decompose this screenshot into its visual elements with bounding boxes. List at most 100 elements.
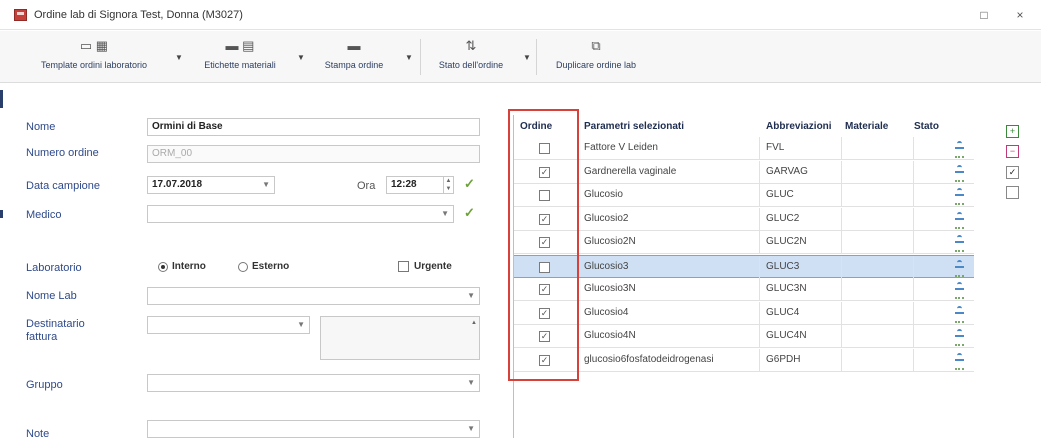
urgente-checkbox[interactable] xyxy=(398,261,409,272)
interno-label: Interno xyxy=(172,261,206,272)
etichette-label: Etichette materiali xyxy=(204,60,276,70)
esterno-label: Esterno xyxy=(252,261,290,272)
etichette-materiali-button[interactable]: ▬ ▤ Etichette materiali xyxy=(196,35,284,79)
barcode-label-icon: ▬ ▤ xyxy=(225,38,255,53)
col-abbreviazione-header[interactable]: Abbreviazioni xyxy=(766,115,832,137)
table-row[interactable]: ✓ Glucosio4N GLUC4N xyxy=(514,325,974,348)
abbreviation-cell: GLUC2N xyxy=(762,231,842,253)
status-icon xyxy=(954,164,966,182)
ora-value: 12:28 xyxy=(391,179,417,190)
parameter-cell: Fattore V Leiden xyxy=(580,137,760,159)
template-ordini-button[interactable]: ▭ ▦ Template ordini laboratorio xyxy=(24,35,164,79)
table-row[interactable]: ✓ Gardnerella vaginale GARVAG xyxy=(514,160,974,184)
gruppo-label: Gruppo xyxy=(26,379,63,391)
material-cell xyxy=(842,301,914,324)
title-bar: Ordine lab di Signora Test, Donna (M3027… xyxy=(0,0,1041,30)
status-icon xyxy=(954,259,966,277)
nome-lab-label: Nome Lab xyxy=(26,290,77,302)
abbreviation-cell: FVL xyxy=(762,137,842,159)
col-stato-header[interactable]: Stato xyxy=(914,115,939,137)
table-row[interactable]: Fattore V Leiden FVL xyxy=(514,137,974,160)
gruppo-dropdown[interactable]: ▼ xyxy=(147,374,480,392)
chevron-down-icon[interactable]: ▼ xyxy=(467,291,475,300)
template-ordini-label: Template ordini laboratorio xyxy=(40,60,148,70)
remove-param-icon[interactable]: − xyxy=(1006,145,1019,158)
abbreviation-cell: GLUC3 xyxy=(762,255,842,278)
parameter-cell: glucosio6fosfatodeidrogenasi xyxy=(580,348,760,371)
table-row[interactable]: ✓ Glucosio3N GLUC3N xyxy=(514,278,974,301)
maximize-button[interactable]: □ xyxy=(970,5,998,25)
table-row[interactable]: ✓ Glucosio4 GLUC4 xyxy=(514,301,974,325)
parameter-cell: Glucosio2 xyxy=(580,207,760,230)
stampa-dropdown-arrow[interactable]: ▼ xyxy=(404,53,414,63)
material-cell xyxy=(842,255,914,278)
material-cell xyxy=(842,348,914,371)
parameter-cell: Glucosio2N xyxy=(580,231,760,253)
chevron-down-icon[interactable]: ▼ xyxy=(297,320,305,329)
left-edge-marker xyxy=(0,90,3,108)
status-icon xyxy=(954,282,966,299)
check-all-icon[interactable]: ✓ xyxy=(1006,166,1019,179)
status-icon xyxy=(954,235,966,252)
material-cell xyxy=(842,160,914,183)
nome-lab-dropdown[interactable]: ▼ xyxy=(147,287,480,305)
radio-interno[interactable] xyxy=(158,262,168,272)
stato-ordine-button[interactable]: ⇅ Stato dell'ordine xyxy=(424,35,518,79)
chevron-down-icon[interactable]: ▼ xyxy=(467,424,475,433)
ora-field[interactable]: 12:28 ▲ ▼ xyxy=(386,176,454,194)
toolbar-separator xyxy=(536,39,537,75)
col-parametri-header[interactable]: Parametri selezionati xyxy=(584,115,684,137)
material-cell xyxy=(842,137,914,159)
add-param-icon[interactable]: + xyxy=(1006,125,1019,138)
nome-field[interactable]: Ormini di Base xyxy=(147,118,480,136)
stato-dropdown-arrow[interactable]: ▼ xyxy=(522,53,532,63)
parameter-cell: Glucosio3N xyxy=(580,278,760,300)
table-row[interactable]: ✓ glucosio6fosfatodeidrogenasi G6PDH xyxy=(514,348,974,372)
abbreviation-cell: GLUC4 xyxy=(762,301,842,324)
data-campione-field[interactable]: 17.07.2018 ▼ xyxy=(147,176,275,194)
parameter-cell: Glucosio3 xyxy=(580,255,760,278)
scrollbar[interactable]: ▲ xyxy=(469,319,479,359)
nome-label: Nome xyxy=(26,121,56,133)
confirm-medico-icon[interactable]: ✓ xyxy=(464,205,475,221)
table-row[interactable]: Glucosio GLUC xyxy=(514,184,974,207)
col-materiale-header[interactable]: Materiale xyxy=(845,115,888,137)
abbreviation-cell: GLUC2 xyxy=(762,207,842,230)
parameters-grid: Ordine Parametri selezionati Abbreviazio… xyxy=(513,115,974,438)
status-icon xyxy=(954,352,966,370)
template-dropdown-arrow[interactable]: ▼ xyxy=(174,53,184,63)
stampa-ordine-button[interactable]: ▬ Stampa ordine xyxy=(312,35,396,79)
abbreviation-cell: GLUC4N xyxy=(762,325,842,347)
abbreviation-cell: GLUC3N xyxy=(762,278,842,300)
destinatario-label-line1: Destinatario xyxy=(26,318,85,330)
parameter-cell: Glucosio4 xyxy=(580,301,760,324)
parameter-cell: Glucosio xyxy=(580,184,760,206)
confirm-date-icon[interactable]: ✓ xyxy=(464,176,475,192)
uncheck-all-icon[interactable] xyxy=(1006,186,1019,199)
left-edge-marker xyxy=(0,210,3,218)
duplicate-icon: ⧉ xyxy=(591,38,601,53)
radio-esterno[interactable] xyxy=(238,262,248,272)
table-row[interactable]: Glucosio3 GLUC3 xyxy=(514,254,974,278)
chevron-down-icon[interactable]: ▼ xyxy=(467,378,475,387)
time-spinner[interactable]: ▲ ▼ xyxy=(443,177,453,193)
table-row[interactable]: ✓ Glucosio2 GLUC2 xyxy=(514,207,974,231)
material-cell xyxy=(842,184,914,206)
chevron-down-icon[interactable]: ▼ xyxy=(441,209,449,218)
etichette-dropdown-arrow[interactable]: ▼ xyxy=(296,53,306,63)
note-field[interactable]: ▼ xyxy=(147,420,480,438)
close-button[interactable]: × xyxy=(1006,5,1034,25)
destinatario-dropdown[interactable]: ▼ xyxy=(147,316,310,334)
data-campione-label: Data campione xyxy=(26,180,100,192)
status-icon xyxy=(954,211,966,229)
ordine-highlight-frame xyxy=(508,109,579,381)
laboratorio-label: Laboratorio xyxy=(26,262,82,274)
printer-icon: ▬ xyxy=(347,38,361,53)
duplicare-ordine-button[interactable]: ⧉ Duplicare ordine lab xyxy=(544,35,648,79)
chevron-down-icon[interactable]: ▼ xyxy=(262,180,270,189)
table-row[interactable]: ✓ Glucosio2N GLUC2N xyxy=(514,231,974,254)
numero-ordine-field: ORM_00 xyxy=(147,145,480,163)
status-icon xyxy=(954,141,966,158)
abbreviation-cell: G6PDH xyxy=(762,348,842,371)
medico-dropdown[interactable]: ▼ xyxy=(147,205,454,223)
